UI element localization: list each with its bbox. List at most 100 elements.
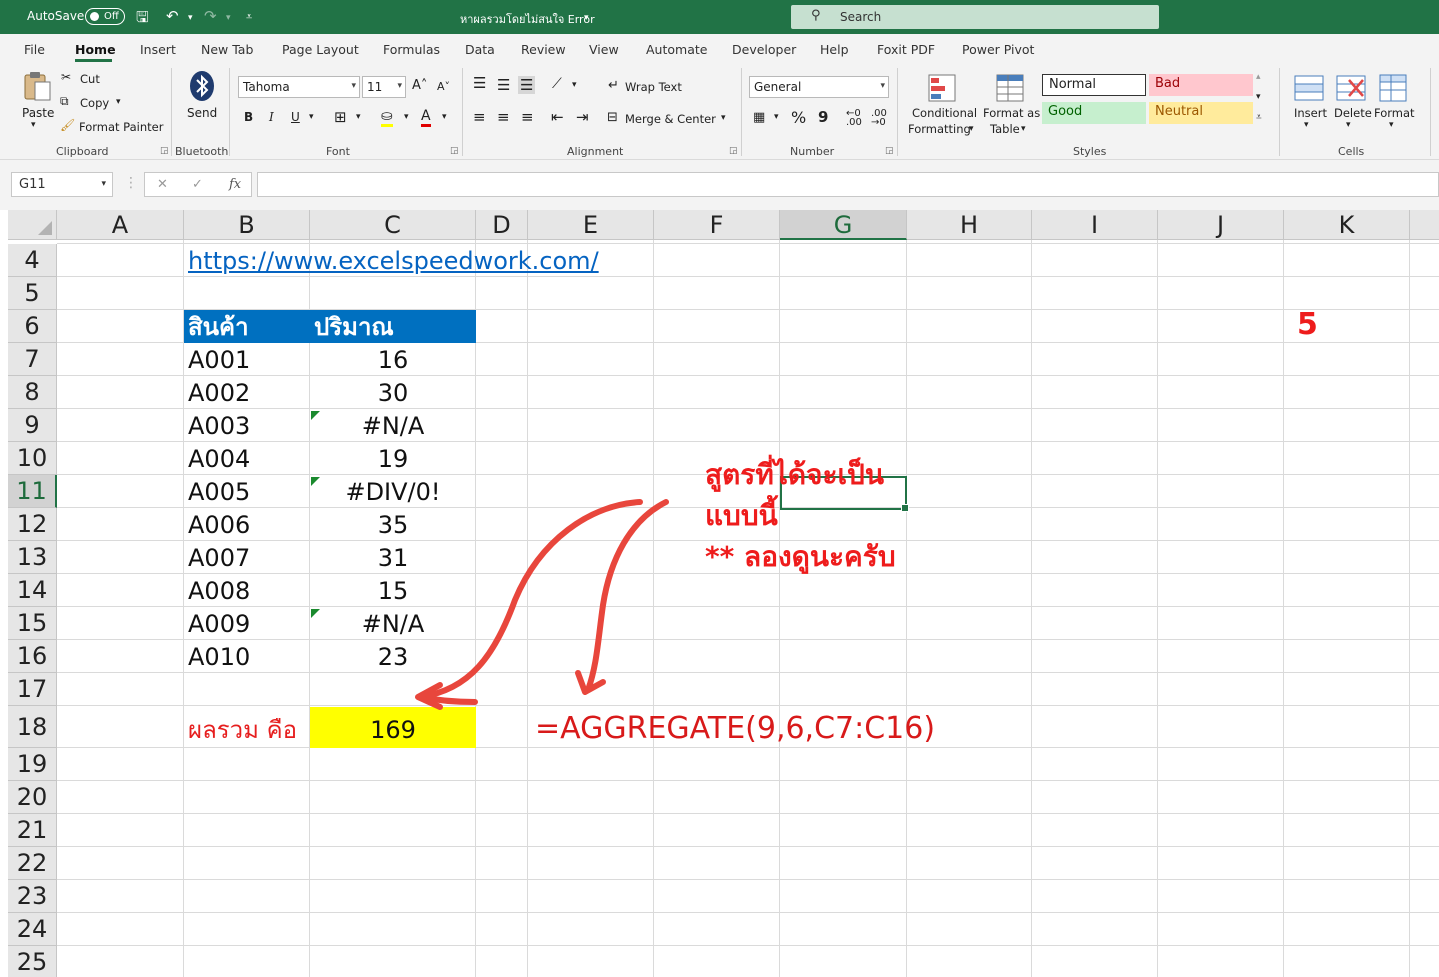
column-header-c[interactable]: C	[310, 210, 476, 240]
row-header-25[interactable]: 25	[8, 946, 57, 977]
format-painter-button[interactable]: Format Painter	[79, 120, 163, 134]
accounting-format-icon[interactable]: ▦	[753, 110, 765, 125]
borders-icon[interactable]: ⊞	[334, 108, 347, 126]
tab-new-tab[interactable]: New Tab	[201, 42, 253, 57]
error-indicator-icon[interactable]	[311, 411, 320, 420]
align-middle-icon[interactable]: ☰	[497, 76, 510, 94]
font-size-select[interactable]: 11 ▾	[362, 76, 406, 98]
confirm-entry-icon[interactable]: ✓	[192, 177, 203, 192]
cancel-entry-icon[interactable]: ✕	[157, 177, 168, 192]
redo-icon[interactable]: ↷	[204, 7, 217, 25]
tab-view[interactable]: View	[589, 42, 619, 57]
column-header-f[interactable]: F	[654, 210, 780, 240]
row-header-13[interactable]: 13	[8, 541, 57, 574]
select-all-button[interactable]	[8, 210, 57, 240]
align-top-icon[interactable]: ☰	[473, 74, 486, 92]
hyperlink-cell[interactable]: https://www.excelspeedwork.com/	[188, 245, 599, 278]
autosave-toggle[interactable]: Off	[85, 8, 125, 25]
styles-more-icon[interactable]: ⩡	[1256, 112, 1262, 123]
row-header-8[interactable]: 8	[8, 376, 57, 409]
search-box[interactable]: ⚲ Search	[791, 5, 1159, 29]
row-header-15[interactable]: 15	[8, 607, 57, 640]
orientation-icon[interactable]: ⟋	[552, 76, 562, 92]
number-launcher-icon[interactable]: ◲	[885, 146, 894, 156]
increase-font-icon[interactable]: A˄	[412, 78, 427, 93]
fill-color-icon[interactable]: ⛀	[381, 108, 393, 127]
increase-decimal-icon[interactable]: ←0.00	[846, 109, 862, 128]
bold-button[interactable]: B	[244, 110, 253, 124]
row-header-4[interactable]: 4	[8, 244, 57, 277]
percent-style-button[interactable]: %	[791, 108, 806, 127]
column-header-a[interactable]: A	[57, 210, 184, 240]
styles-scroll-up-icon[interactable]: ▴	[1256, 72, 1261, 82]
alignment-launcher-icon[interactable]: ◲	[729, 146, 738, 156]
row-header-12[interactable]: 12	[8, 508, 57, 541]
underline-dropdown-icon[interactable]: ▾	[309, 112, 314, 122]
bluetooth-icon[interactable]	[186, 70, 218, 102]
conditional-formatting-icon[interactable]	[926, 72, 958, 104]
format-as-table-button-line2[interactable]: Table	[990, 122, 1020, 136]
font-name-select[interactable]: Tahoma ▾	[238, 76, 360, 98]
wrap-text-icon[interactable]: ↵	[608, 78, 619, 93]
insert-button[interactable]: Insert	[1294, 106, 1327, 120]
paste-icon[interactable]	[21, 70, 53, 102]
row-header-17[interactable]: 17	[8, 673, 57, 706]
merge-center-icon[interactable]: ⊟	[607, 110, 618, 125]
send-button[interactable]: Send	[187, 106, 217, 120]
undo-dropdown-icon[interactable]: ▾	[188, 13, 193, 23]
product-code-cell[interactable]: A010	[188, 641, 250, 674]
conditional-formatting-button[interactable]: Conditional	[912, 106, 977, 120]
style-bad[interactable]: Bad	[1149, 74, 1253, 96]
font-color-dropdown-icon[interactable]: ▾	[442, 112, 447, 122]
row-header-24[interactable]: 24	[8, 913, 57, 946]
column-header-e[interactable]: E	[528, 210, 654, 240]
tab-foxit-pdf[interactable]: Foxit PDF	[877, 42, 935, 57]
header-qty-cell[interactable]: ปริมาณ	[314, 311, 394, 344]
copy-button[interactable]: Copy	[80, 96, 109, 110]
formula-bar-grip-icon[interactable]: ⋮	[124, 175, 138, 191]
number-format-select[interactable]: General ▾	[749, 76, 889, 98]
row-header-10[interactable]: 10	[8, 442, 57, 475]
insert-function-icon[interactable]: fx	[229, 177, 241, 192]
decrease-indent-icon[interactable]: ⇤	[551, 108, 564, 126]
quantity-cell[interactable]: 23	[310, 641, 476, 674]
format-painter-icon[interactable]: 🖌	[60, 118, 75, 132]
quantity-cell[interactable]: 16	[310, 344, 476, 377]
increase-indent-icon[interactable]: ⇥	[576, 108, 589, 126]
tab-data[interactable]: Data	[465, 42, 495, 57]
row-header-20[interactable]: 20	[8, 781, 57, 814]
style-neutral[interactable]: Neutral	[1149, 102, 1253, 124]
tab-page-layout[interactable]: Page Layout	[282, 42, 359, 57]
style-normal[interactable]: Normal	[1042, 74, 1146, 96]
cut-icon[interactable]: ✂	[61, 70, 71, 84]
row-header-5[interactable]: 5	[8, 277, 57, 310]
error-indicator-icon[interactable]	[311, 477, 320, 486]
row-header-14[interactable]: 14	[8, 574, 57, 607]
font-color-icon[interactable]: A	[421, 108, 431, 127]
worksheet-grid[interactable]: A B C D E F G H I J K 4 5 6 7 8 9 10 11 12 13 14 15 16 17 18 19 20 2…	[0, 210, 1439, 977]
annotation-line-2[interactable]: แบบนี้	[705, 497, 778, 535]
format-button[interactable]: Format	[1374, 106, 1415, 120]
row-header-21[interactable]: 21	[8, 814, 57, 847]
merge-dropdown-icon[interactable]: ▾	[721, 113, 726, 123]
row-header-18[interactable]: 18	[8, 706, 57, 748]
tab-automate[interactable]: Automate	[646, 42, 707, 57]
customize-toolbar-icon[interactable]: ⩡	[246, 10, 252, 24]
quantity-cell[interactable]: 35	[310, 509, 476, 542]
k6-value-cell[interactable]: 5	[1297, 306, 1318, 344]
quantity-cell[interactable]: #N/A	[310, 410, 476, 443]
row-header-23[interactable]: 23	[8, 880, 57, 913]
save-icon[interactable]: 🖫	[136, 7, 149, 32]
quantity-cell[interactable]: 31	[310, 542, 476, 575]
conditional-dropdown-icon[interactable]: ▾	[969, 124, 974, 134]
format-cells-icon[interactable]	[1377, 72, 1409, 104]
delete-dropdown-icon[interactable]: ▾	[1346, 120, 1351, 130]
quantity-cell[interactable]: 15	[310, 575, 476, 608]
row-header-16[interactable]: 16	[8, 640, 57, 673]
product-code-cell[interactable]: A003	[188, 410, 250, 443]
quantity-cell[interactable]: 19	[310, 443, 476, 476]
styles-scroll-down-icon[interactable]: ▾	[1256, 92, 1261, 102]
tab-power-pivot[interactable]: Power Pivot	[962, 42, 1034, 57]
italic-button[interactable]: I	[269, 110, 274, 124]
row-header-6[interactable]: 6	[8, 310, 57, 343]
